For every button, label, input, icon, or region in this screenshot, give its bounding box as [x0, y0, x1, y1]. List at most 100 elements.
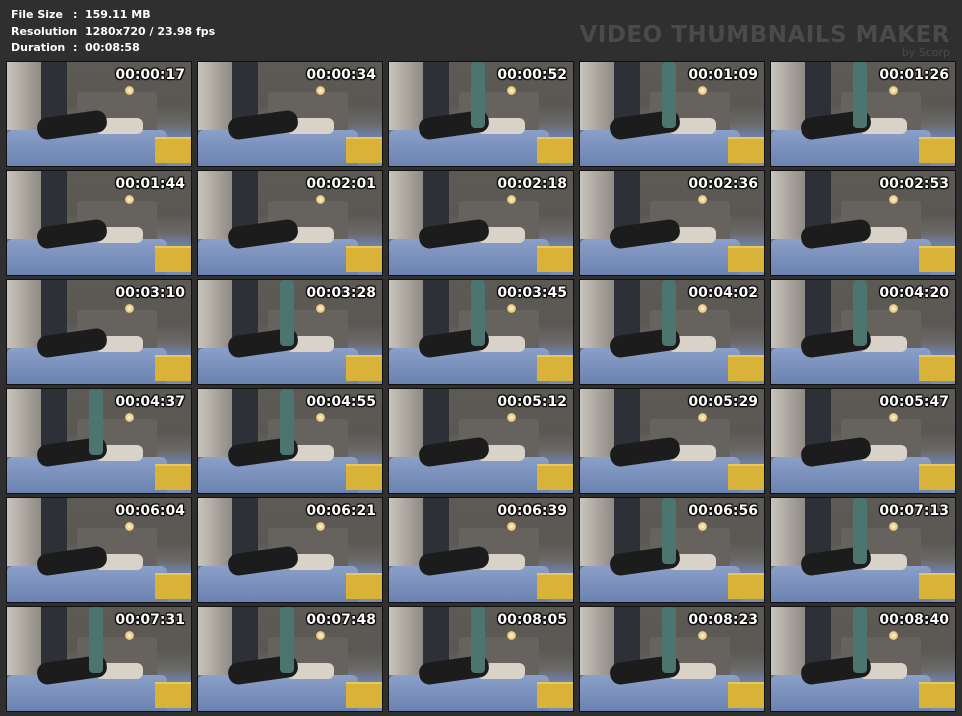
scene-bed [198, 239, 358, 275]
scene-wall [580, 171, 614, 239]
scene-nightstand [728, 355, 764, 381]
scene-lamp [125, 86, 134, 95]
scene-bed [389, 457, 549, 493]
scene-bed [389, 130, 549, 166]
scene-wall [389, 171, 423, 239]
scene-lamp [698, 631, 707, 640]
scene-wall [7, 62, 41, 130]
scene-legs [853, 607, 867, 673]
video-thumbnail: 00:06:21 [197, 497, 383, 603]
scene-nightstand [728, 137, 764, 163]
scene-bed [7, 130, 167, 166]
video-thumbnail: 00:05:29 [579, 388, 765, 494]
scene-bed [580, 130, 740, 166]
thumbnail-timestamp: 00:02:36 [688, 176, 758, 192]
thumbnail-timestamp: 00:02:18 [497, 176, 567, 192]
scene-wall [389, 607, 423, 675]
scene-nightstand [155, 246, 191, 272]
scene-bed [7, 457, 167, 493]
scene-lamp [889, 631, 898, 640]
scene-wall [771, 171, 805, 239]
scene-lamp [698, 195, 707, 204]
video-thumbnail: 00:04:37 [6, 388, 192, 494]
scene-lamp [316, 86, 325, 95]
scene-lamp [889, 522, 898, 531]
thumbnail-timestamp: 00:03:45 [497, 285, 567, 301]
scene-nightstand [155, 573, 191, 599]
thumbnail-grid: 00:00:17 00:00:34 00:00:52 00:01:09 00:01:26… [6, 61, 956, 712]
scene-bed [389, 566, 549, 602]
scene-legs [853, 280, 867, 346]
scene-bed [389, 675, 549, 711]
thumbnail-timestamp: 00:05:29 [688, 394, 758, 410]
scene-nightstand [537, 137, 573, 163]
thumbnail-timestamp: 00:06:39 [497, 503, 567, 519]
scene-nightstand [919, 464, 955, 490]
scene-bed [7, 348, 167, 384]
video-thumbnail: 00:05:47 [770, 388, 956, 494]
scene-bed [771, 239, 931, 275]
scene-lamp [316, 631, 325, 640]
scene-nightstand [919, 573, 955, 599]
scene-nightstand [537, 573, 573, 599]
scene-wall [7, 280, 41, 348]
scene-nightstand [537, 355, 573, 381]
scene-bed [580, 675, 740, 711]
scene-nightstand [728, 464, 764, 490]
video-thumbnail: 00:03:45 [388, 279, 574, 385]
scene-wall [198, 607, 232, 675]
scene-bed [389, 239, 549, 275]
thumbnail-timestamp: 00:03:10 [115, 285, 185, 301]
scene-bed [7, 239, 167, 275]
scene-wall [7, 498, 41, 566]
thumbnail-timestamp: 00:00:17 [115, 67, 185, 83]
video-thumbnail: 00:08:40 [770, 606, 956, 712]
video-thumbnail: 00:04:02 [579, 279, 765, 385]
scene-wall [580, 498, 614, 566]
scene-nightstand [728, 246, 764, 272]
scene-wall [771, 62, 805, 130]
scene-lamp [316, 522, 325, 531]
thumbnail-timestamp: 00:06:21 [306, 503, 376, 519]
scene-lamp [125, 195, 134, 204]
scene-nightstand [537, 246, 573, 272]
scene-wall [771, 280, 805, 348]
scene-lamp [889, 86, 898, 95]
video-thumbnail: 00:07:31 [6, 606, 192, 712]
thumbnail-timestamp: 00:04:20 [879, 285, 949, 301]
video-thumbnail: 00:08:23 [579, 606, 765, 712]
scene-wall [7, 389, 41, 457]
scene-bed [198, 348, 358, 384]
scene-legs [853, 498, 867, 564]
scene-wall [389, 389, 423, 457]
video-thumbnail: 00:00:17 [6, 61, 192, 167]
scene-bed [771, 130, 931, 166]
scene-lamp [507, 86, 516, 95]
thumbnail-timestamp: 00:05:12 [497, 394, 567, 410]
thumbnail-timestamp: 00:04:37 [115, 394, 185, 410]
scene-bed [580, 239, 740, 275]
scene-legs [89, 389, 103, 455]
scene-nightstand [919, 355, 955, 381]
thumbnail-timestamp: 00:07:13 [879, 503, 949, 519]
scene-wall [198, 280, 232, 348]
scene-bed [771, 675, 931, 711]
thumbnail-timestamp: 00:06:56 [688, 503, 758, 519]
video-thumbnail: 00:01:44 [6, 170, 192, 276]
scene-nightstand [155, 137, 191, 163]
thumbnail-timestamp: 00:02:01 [306, 176, 376, 192]
scene-wall [771, 498, 805, 566]
scene-bed [771, 457, 931, 493]
scene-nightstand [155, 682, 191, 708]
info-label: Resolution [11, 24, 78, 38]
info-value: 1280x720 / 23.98 fps [85, 24, 216, 38]
scene-wall [771, 607, 805, 675]
scene-nightstand [537, 682, 573, 708]
info-label: File Size [11, 8, 63, 21]
video-thumbnail: 00:01:09 [579, 61, 765, 167]
scene-legs [662, 498, 676, 564]
scene-nightstand [155, 355, 191, 381]
scene-legs [471, 62, 485, 128]
scene-wall [389, 498, 423, 566]
video-thumbnail: 00:01:26 [770, 61, 956, 167]
